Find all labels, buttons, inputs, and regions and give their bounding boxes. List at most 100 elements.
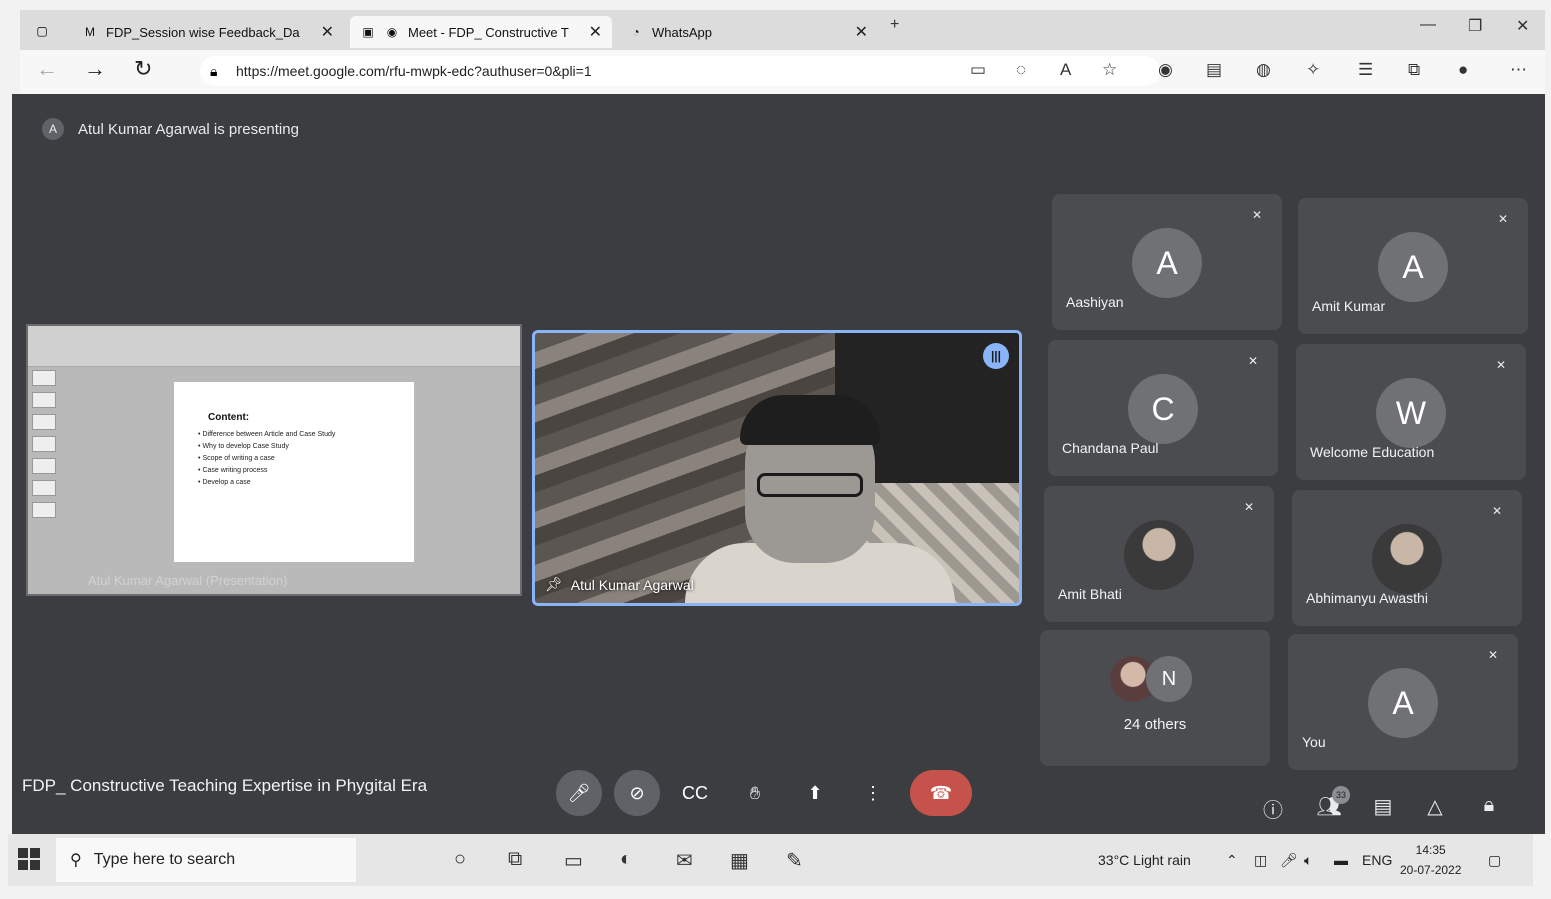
extension-1-icon[interactable]: ◉ (1158, 60, 1173, 80)
activities-icon[interactable]: △ (1420, 794, 1450, 819)
raise-hand-button[interactable]: ✋︎ (732, 770, 778, 816)
windows-start-icon[interactable] (18, 848, 40, 870)
task-view-icon[interactable]: ⧉ (508, 848, 522, 871)
minimize-icon[interactable]: — (1420, 16, 1436, 34)
favorite-add-icon[interactable]: ☆ (1102, 60, 1117, 80)
captions-button[interactable]: CC (672, 770, 718, 816)
file-explorer-icon[interactable]: ▭ (564, 848, 583, 873)
clock-time: 14:35 (1415, 843, 1446, 857)
meeting-info-icon[interactable]: ⓘ (1258, 794, 1288, 823)
store-icon[interactable]: ▦ (730, 848, 749, 873)
mic-off-icon: ✕ (1252, 208, 1263, 222)
search-icon: ⚲ (70, 852, 82, 869)
meeting-title: FDP_ Constructive Teaching Expertise in … (22, 776, 428, 795)
app-icon[interactable]: ✎ (786, 848, 803, 873)
network-icon[interactable]: ◫ (1254, 852, 1267, 869)
mic-off-icon: ✕ (1492, 504, 1503, 518)
camera-toggle-button[interactable]: ⊘ (614, 770, 660, 816)
presentation-tile[interactable]: Content: Difference between Article and … (26, 324, 522, 596)
participant-avatar: A (1378, 232, 1448, 302)
close-tab-icon[interactable]: ✕ (321, 22, 334, 42)
forward-icon[interactable]: → (84, 56, 106, 82)
participant-photo (1124, 520, 1194, 590)
edge-icon[interactable]: ◐ (620, 848, 632, 871)
participant-avatar: A (1132, 228, 1202, 298)
more-options-button[interactable]: ⋮ (850, 770, 896, 816)
taskbar-search[interactable]: ⚲ Type here to search (56, 838, 356, 882)
browser-nav-bar: ← → ↻ 🔒︎ https://meet.google.com/rfu-mwp… (20, 50, 1545, 94)
participant-tile[interactable]: Amit Bhati ✕ (1044, 486, 1274, 622)
presenter-avatar: A (42, 118, 64, 140)
lock-icon: 🔒︎ (210, 62, 218, 79)
sidebar-toggle-icon[interactable]: ▢ (34, 24, 50, 38)
participant-name: Aashiyan (1066, 294, 1124, 310)
volume-icon[interactable]: 🔈︎ (1304, 852, 1312, 869)
presenter-video-tile[interactable]: ||| 📌︎ Atul Kumar Agarwal (532, 330, 1022, 606)
meet-icon: ◉ (386, 25, 398, 39)
slide-title: Content: (208, 412, 250, 423)
close-tab-icon[interactable]: ✕ (589, 22, 602, 42)
camera-permission-icon[interactable]: ▭ (970, 60, 986, 80)
back-icon[interactable]: ← (36, 56, 58, 82)
slide-content: Content: Difference between Article and … (174, 382, 414, 562)
screen: ▢ M FDP_Session wise Feedback_Da ✕ ▣ ◉ M… (0, 0, 1551, 899)
self-name: You (1302, 734, 1326, 750)
tab-gmail[interactable]: M FDP_Session wise Feedback_Da ✕ (72, 16, 344, 48)
participant-tile[interactable]: A Amit Kumar ✕ (1298, 198, 1528, 334)
weather-text[interactable]: 33°C Light rain (1098, 852, 1191, 868)
participant-tile[interactable]: W Welcome Education ✕ (1296, 344, 1526, 480)
more-icon[interactable]: ⋯ (1510, 60, 1527, 80)
close-tab-icon[interactable]: ✕ (855, 22, 868, 42)
self-tile[interactable]: A You ✕ (1288, 634, 1518, 770)
notification-icon[interactable]: ◌ (1016, 60, 1026, 80)
present-screen-button[interactable]: ⬆ (792, 770, 838, 816)
tab-title: Meet - FDP_ Constructive T (408, 24, 569, 40)
leave-call-button[interactable]: ☎ (910, 770, 972, 816)
windows-taskbar: ⚲ Type here to search ○ ⧉ ▭ ◐ ✉ ▦ ✎ 33°C… (8, 834, 1533, 886)
language-indicator[interactable]: ENG (1362, 852, 1392, 868)
battery-icon[interactable]: ▬ (1334, 852, 1348, 868)
presentation-caption: Atul Kumar Agarwal (Presentation) (88, 573, 288, 588)
others-count: 24 others (1123, 716, 1187, 733)
notification-center-icon[interactable]: ▢ (1488, 852, 1501, 869)
participant-tile[interactable]: A Aashiyan ✕ (1052, 194, 1282, 330)
participant-name: Abhimanyu Awasthi (1306, 590, 1428, 606)
read-aloud-icon[interactable]: A (1060, 60, 1071, 80)
extensions-icon[interactable]: ✧ (1306, 60, 1320, 80)
participant-tile[interactable]: C Chandana Paul ✕ (1048, 340, 1278, 476)
window-close-icon[interactable]: ✕ (1516, 16, 1529, 36)
ppt-ribbon (28, 326, 520, 367)
tab-meet[interactable]: ▣ ◉ Meet - FDP_ Constructive T ✕ (350, 16, 612, 48)
mail-icon[interactable]: ✉ (676, 848, 693, 873)
speaking-indicator-icon: ||| (983, 343, 1009, 369)
chat-icon[interactable]: ▤ (1368, 794, 1398, 819)
people-icon[interactable]: 👥︎ 33 (1314, 786, 1350, 819)
profile-icon[interactable]: ● (1458, 60, 1468, 80)
tray-chevron-icon[interactable]: ⌃ (1226, 852, 1238, 869)
mic-tray-icon[interactable]: 🎤︎ (1280, 852, 1298, 869)
tab-whatsapp[interactable]: ◔ WhatsApp ✕ (618, 16, 878, 48)
new-tab-button[interactable]: + (890, 16, 899, 34)
slide-bullet: Develop a case (198, 477, 400, 489)
mic-off-icon: ✕ (1248, 354, 1259, 368)
taskbar-clock[interactable]: 14:35 20-07-2022 (1400, 840, 1461, 880)
mic-toggle-button[interactable]: 🎤︎ (556, 770, 602, 816)
host-controls-icon[interactable]: 🔒︎ (1474, 794, 1504, 817)
tab-title: FDP_Session wise Feedback_Da (106, 24, 300, 40)
extension-3-icon[interactable]: ◍ (1256, 60, 1271, 80)
participant-avatar: C (1128, 374, 1198, 444)
ppt-slide-thumbnails (32, 370, 62, 574)
others-tile[interactable]: N 24 others (1040, 630, 1270, 766)
favorites-icon[interactable]: ☰ (1358, 60, 1373, 80)
slide-bullet: Why to develop Case Study (198, 441, 400, 453)
meet-stage: A Atul Kumar Agarwal is presenting Conte… (12, 94, 1545, 834)
participant-tile[interactable]: Abhimanyu Awasthi ✕ (1292, 490, 1522, 626)
whatsapp-icon: ◔ (632, 25, 640, 39)
restore-icon[interactable]: ❐ (1468, 16, 1482, 36)
collections-icon[interactable]: ⧉ (1408, 60, 1420, 80)
cortana-icon[interactable]: ○ (454, 848, 466, 871)
pin-icon[interactable]: 📌︎ (545, 576, 563, 593)
refresh-icon[interactable]: ↻ (134, 56, 152, 82)
slide-bullets: Difference between Article and Case Stud… (188, 429, 400, 489)
extension-2-icon[interactable]: ▤ (1206, 60, 1222, 80)
